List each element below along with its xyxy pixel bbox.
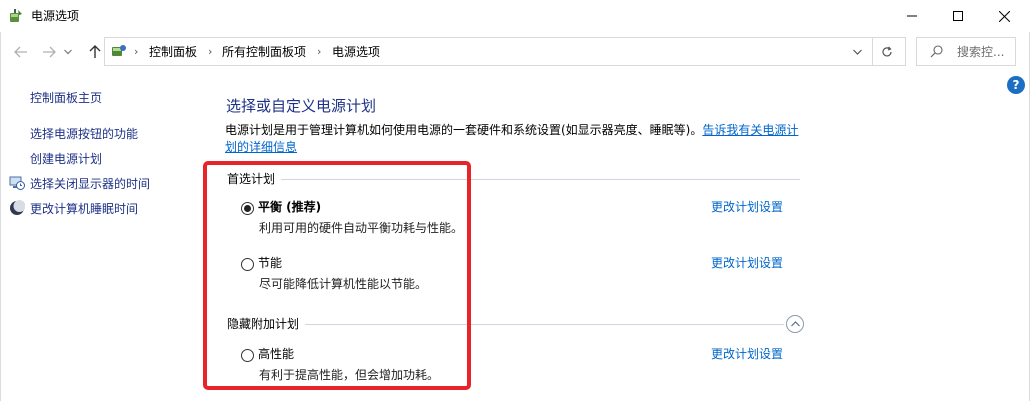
change-plan-settings-power-saver[interactable]: 更改计划设置 [711, 255, 783, 271]
plan-desc-power-saver: 尽可能降低计算机性能以节能。 [259, 277, 428, 291]
address-dropdown-button[interactable] [849, 44, 865, 60]
back-button[interactable] [11, 44, 31, 60]
arrow-left-icon [14, 46, 27, 58]
forward-button[interactable] [39, 44, 59, 60]
plan-name-balanced[interactable]: 平衡 (推荐) [258, 199, 321, 215]
plan-radio-high-performance[interactable] [241, 349, 254, 362]
preferred-plans-heading: 首选计划 [227, 171, 282, 187]
collapse-hidden-plans-button[interactable] [786, 315, 804, 333]
window-border [0, 32, 1, 401]
group-divider [228, 179, 800, 180]
help-icon[interactable]: ? [1007, 76, 1025, 94]
breadcrumb-power-options[interactable]: 电源选项 [332, 44, 380, 60]
arrow-up-icon [89, 45, 101, 58]
monitor-clock-icon [9, 175, 25, 191]
sidebar-power-button-function[interactable]: 选择电源按钮的功能 [30, 126, 138, 142]
change-plan-settings-high-performance[interactable]: 更改计划设置 [711, 346, 783, 362]
breadcrumb-separator: › [317, 45, 322, 58]
close-icon [998, 10, 1010, 22]
arrow-right-icon [43, 46, 56, 58]
page-title: 选择或自定义电源计划 [226, 97, 377, 115]
breadcrumb-separator: › [134, 45, 139, 58]
sidebar-sleep-time[interactable]: 更改计算机睡眠时间 [30, 201, 138, 217]
sidebar-display-off-time[interactable]: 选择关闭显示器的时间 [30, 176, 150, 192]
change-plan-settings-balanced[interactable]: 更改计划设置 [711, 199, 783, 215]
search-icon [930, 45, 944, 59]
moon-icon [9, 200, 26, 216]
chevron-down-icon [64, 49, 72, 55]
close-button[interactable] [981, 0, 1027, 32]
window-title: 电源选项 [31, 9, 80, 23]
minimize-icon [907, 15, 917, 17]
control-panel-icon [111, 43, 127, 59]
recent-locations-button[interactable] [61, 44, 75, 60]
plan-radio-power-saver[interactable] [241, 258, 254, 271]
breadcrumb-separator: › [208, 45, 213, 58]
address-divider [872, 37, 873, 66]
plan-name-high-performance[interactable]: 高性能 [258, 346, 294, 362]
power-options-icon [8, 8, 24, 24]
sidebar-control-panel-home[interactable]: 控制面板主页 [30, 90, 102, 106]
title-bar [0, 0, 1030, 32]
group-divider [228, 324, 784, 325]
plan-radio-balanced[interactable] [241, 202, 254, 215]
breadcrumb-control-panel[interactable]: 控制面板 [149, 44, 197, 60]
hidden-plans-heading: 隐藏附加计划 [227, 316, 306, 332]
plan-desc-high-performance: 有利于提高性能，但会增加功耗。 [259, 368, 440, 382]
sidebar-create-power-plan[interactable]: 创建电源计划 [30, 151, 102, 167]
page-description: 电源计划是用于管理计算机如何使用电源的一套硬件和系统设置(如显示器亮度、睡眠等)… [225, 122, 805, 156]
maximize-icon [953, 11, 963, 21]
description-text: 电源计划是用于管理计算机如何使用电源的一套硬件和系统设置(如显示器亮度、睡眠等)… [225, 123, 703, 137]
refresh-icon [882, 46, 892, 57]
maximize-button[interactable] [935, 0, 981, 32]
minimize-button[interactable] [889, 0, 935, 32]
up-button[interactable] [85, 44, 105, 60]
refresh-button[interactable] [878, 44, 896, 60]
plan-name-power-saver[interactable]: 节能 [258, 255, 282, 271]
chevron-down-icon [852, 49, 862, 55]
breadcrumb-all-items[interactable]: 所有控制面板项 [222, 44, 306, 60]
search-placeholder: 搜索控... [957, 45, 1005, 59]
plan-desc-balanced: 利用可用的硬件自动平衡功耗与性能。 [259, 221, 464, 235]
chevron-up-icon [790, 321, 800, 327]
